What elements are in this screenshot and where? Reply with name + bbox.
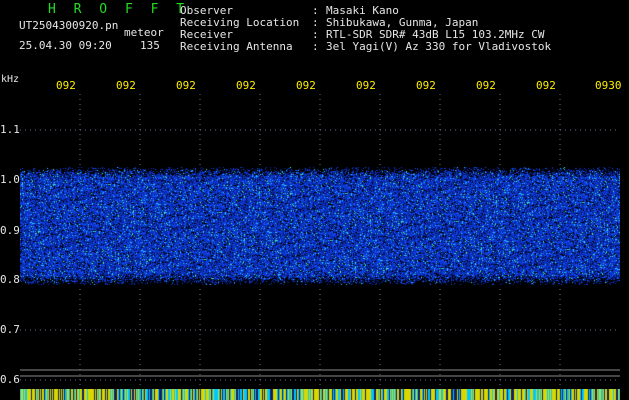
antenna-value: 3el Yagi(V) Az 330 for Vladivostok <box>326 40 552 53</box>
spectrogram-noise-band <box>20 167 620 285</box>
location-label: Receiving Location <box>180 16 300 29</box>
y-tick-label: 0.6 <box>0 373 20 386</box>
receiver-separator: : <box>312 28 319 41</box>
antenna-label: Receiving Antenna <box>180 40 293 53</box>
date-time: 25.04.30 09:20 <box>19 39 112 52</box>
time-tick-label: 092 <box>116 79 136 92</box>
detection-strip <box>20 389 620 400</box>
y-tick-label: 0.7 <box>0 323 20 336</box>
time-tick-label: 092 <box>176 79 196 92</box>
meteor-label: meteor <box>124 26 164 39</box>
time-tick-label: 092 <box>536 79 556 92</box>
observer-value: Masaki Kano <box>326 4 399 17</box>
y-tick-label: 1.0 <box>0 173 20 186</box>
time-tick-label: 0930 <box>595 79 622 92</box>
y-tick-label: 0.8 <box>0 273 20 286</box>
time-tick-label: 092 <box>476 79 496 92</box>
time-tick-label: 092 <box>356 79 376 92</box>
frequency-unit-label: kHz <box>1 74 20 85</box>
observer-separator: : <box>312 4 319 17</box>
antenna-separator: : <box>312 40 319 53</box>
time-tick-label: 092 <box>236 79 256 92</box>
location-separator: : <box>312 16 319 29</box>
time-tick-label: 092 <box>296 79 316 92</box>
y-tick-label: 0.9 <box>0 224 20 237</box>
time-tick-label: 092 <box>416 79 436 92</box>
y-tick-label: 1.1 <box>0 123 20 136</box>
observer-label: Observer <box>180 4 233 17</box>
receiver-value: RTL-SDR SDR# 43dB L15 103.2MHz CW <box>326 28 545 41</box>
file-name: UT2504300920.pn <box>19 19 119 32</box>
location-value: Shibukawa, Gunma, Japan <box>326 16 479 29</box>
app-title: H R O F F T <box>48 2 190 17</box>
time-tick-label: 092 <box>56 79 76 92</box>
meteor-count: 135 <box>140 39 160 52</box>
receiver-label: Receiver <box>180 28 233 41</box>
